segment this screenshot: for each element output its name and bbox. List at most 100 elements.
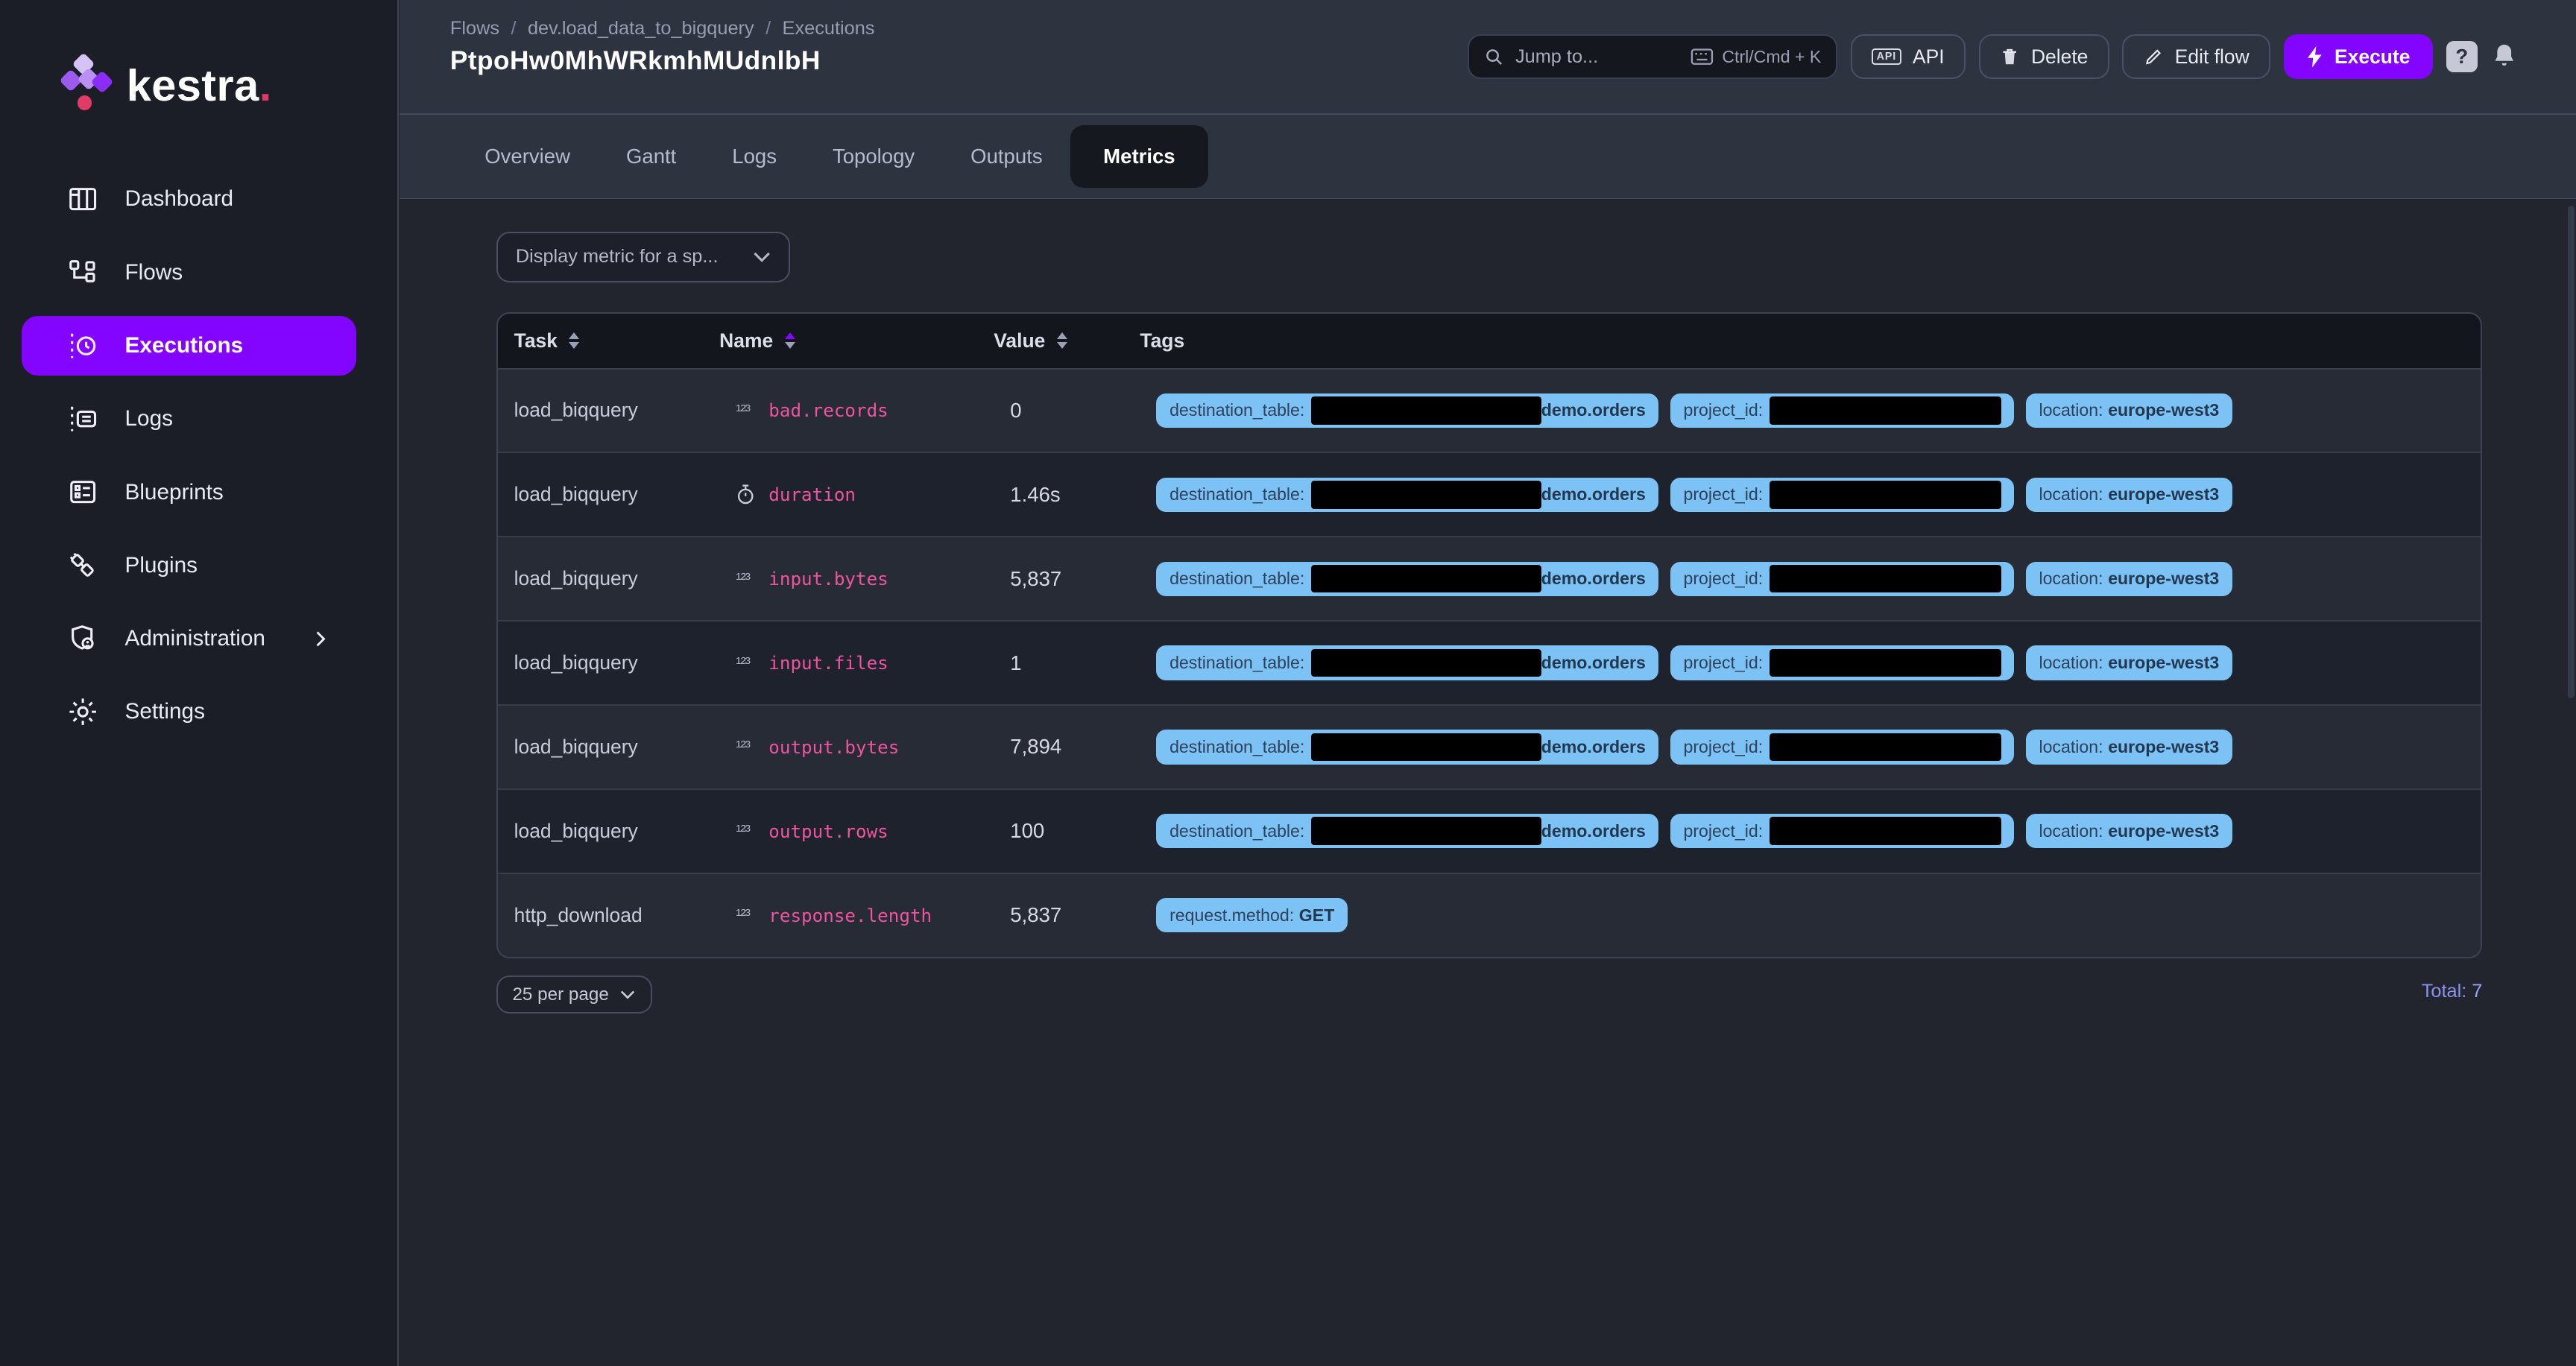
sidebar-item-blueprints[interactable]: Blueprints xyxy=(0,455,397,528)
sort-icon[interactable] xyxy=(569,332,579,349)
chevron-down-icon xyxy=(619,990,636,999)
tag-badge: location:europe-west3 xyxy=(2026,814,2232,848)
api-button[interactable]: API API xyxy=(1851,34,1966,79)
task-cell: load_biqquery xyxy=(498,820,736,843)
sidebar-item-administration[interactable]: Administration xyxy=(0,602,397,675)
total-value: 7 xyxy=(2472,981,2482,1002)
numeric-icon: ¹²³ xyxy=(736,569,768,589)
tab-outputs[interactable]: Outputs xyxy=(943,115,1070,198)
tags-cell: destination_table:demo.ordersproject_id:… xyxy=(1156,730,2481,764)
task-cell: load_biqquery xyxy=(498,651,736,674)
sort-icon[interactable] xyxy=(1057,332,1067,349)
kestra-logo-icon xyxy=(59,54,115,117)
sidebar-item-dashboard[interactable]: Dashboard xyxy=(0,162,397,235)
value-cell: 5,837 xyxy=(1010,567,1156,591)
app-root: kestra. Dashboard Flows Executions xyxy=(0,0,2576,1366)
edit-flow-button[interactable]: Edit flow xyxy=(2122,34,2270,79)
top-actions: Jump to... Ctrl/Cmd + K API API xyxy=(1468,34,2519,79)
tab-metrics[interactable]: Metrics xyxy=(1070,125,1208,188)
search-input[interactable]: Jump to... Ctrl/Cmd + K xyxy=(1468,34,1837,79)
tag-badge: project_id: xyxy=(1670,393,2015,428)
metric-name: duration xyxy=(768,484,856,505)
sidebar-item-plugins[interactable]: Plugins xyxy=(0,529,397,602)
value-cell: 1.46s xyxy=(1010,483,1156,507)
table-row: load_biqquery ¹²³ output.bytes 7,894 des… xyxy=(498,704,2481,788)
redacted-box xyxy=(1770,817,2001,844)
metric-name: output.rows xyxy=(768,820,888,842)
search-placeholder: Jump to... xyxy=(1515,46,1691,68)
task-cell: load_biqquery xyxy=(498,399,736,422)
breadcrumb-separator: / xyxy=(511,18,516,39)
column-header-name[interactable]: Name xyxy=(719,329,994,352)
value-cell: 0 xyxy=(1010,399,1156,423)
redacted-box xyxy=(1770,649,2001,677)
chevron-right-icon xyxy=(309,627,332,651)
metrics-content: Display metric for a sp... Task Name xyxy=(400,199,2576,1366)
tags-cell: destination_table:demo.orders project_id:… xyxy=(1156,562,2481,596)
breadcrumb-flows[interactable]: Flows xyxy=(450,18,499,39)
tag-badge: project_id: xyxy=(1670,730,2015,764)
execute-button[interactable]: Execute xyxy=(2284,34,2434,79)
redacted-box xyxy=(1770,565,2001,592)
sidebar-item-flows[interactable]: Flows xyxy=(0,236,397,309)
notification-bell-icon[interactable] xyxy=(2490,42,2518,72)
tab-logs[interactable]: Logs xyxy=(704,115,805,198)
scrollbar-thumb[interactable] xyxy=(2568,206,2575,698)
trash-icon xyxy=(2000,46,2019,68)
kestra-logo[interactable]: kestra. xyxy=(59,39,271,131)
page-title: PtpoHw0MhWRkmhMUdnlbH xyxy=(450,46,821,76)
breadcrumb-flow-id[interactable]: dev.load_data_to_bigquery xyxy=(528,18,754,39)
breadcrumb-executions[interactable]: Executions xyxy=(783,18,875,39)
sidebar-item-label: Flows xyxy=(124,260,183,285)
sidebar-item-executions[interactable]: Executions xyxy=(0,309,397,382)
metric-task-select[interactable]: Display metric for a sp... xyxy=(496,232,791,282)
tag-badge: request.method:GET xyxy=(1156,898,1348,932)
table-row: load_biqquery ¹²³ bad.records 0 destinat… xyxy=(498,368,2481,452)
logo-text: kestra. xyxy=(127,60,272,111)
logo-dot xyxy=(78,95,92,110)
sidebar-item-logs[interactable]: Logs xyxy=(0,382,397,455)
sidebar-item-label: Blueprints xyxy=(124,480,223,505)
tab-gantt[interactable]: Gantt xyxy=(598,115,704,198)
redacted-box xyxy=(1311,649,1541,677)
table-header: Task Name Value Tags xyxy=(498,314,2481,368)
tag-badge: project_id: xyxy=(1670,562,2015,596)
tag-badge: project_id: xyxy=(1670,478,2015,512)
tab-overview[interactable]: Overview xyxy=(457,115,599,198)
value-cell: 100 xyxy=(1010,819,1156,843)
tag-badge: destination_table:demo.orders xyxy=(1156,478,1658,512)
numeric-icon: ¹²³ xyxy=(736,737,768,756)
breadcrumb: Flows / dev.load_data_to_bigquery / Exec… xyxy=(450,18,875,39)
metric-name: output.bytes xyxy=(768,736,899,758)
lightning-icon xyxy=(2307,46,2323,68)
column-header-task[interactable]: Task xyxy=(498,329,720,352)
help-icon[interactable]: ? xyxy=(2446,41,2478,72)
redacted-box xyxy=(1770,481,2001,508)
tab-topology[interactable]: Topology xyxy=(804,115,942,198)
sort-icon[interactable] xyxy=(785,332,795,349)
logs-icon xyxy=(66,402,100,436)
delete-button[interactable]: Delete xyxy=(1979,34,2109,79)
sidebar-item-settings[interactable]: Settings xyxy=(0,675,397,748)
per-page-select[interactable]: 25 per page xyxy=(496,976,652,1014)
main-area: Flows / dev.load_data_to_bigquery / Exec… xyxy=(400,0,2576,1366)
redacted-box xyxy=(1311,481,1541,508)
executions-icon xyxy=(66,329,100,363)
column-header-value[interactable]: Value xyxy=(994,329,1140,352)
search-shortcut: Ctrl/Cmd + K xyxy=(1690,47,1821,67)
tag-badge: destination_table:demo.orders xyxy=(1156,562,1658,596)
tag-badge: destination_table:demo.orders xyxy=(1156,814,1658,848)
table-row: load_biqquery ¹²³ input.bytes 5,837 dest… xyxy=(498,536,2481,620)
table-body: load_biqquery ¹²³ bad.records 0 destinat… xyxy=(498,368,2481,957)
redacted-box xyxy=(1311,396,1541,424)
redacted-box xyxy=(1311,565,1541,592)
api-icon: API xyxy=(1872,48,1901,66)
timer-icon xyxy=(736,484,768,505)
metric-name: bad.records xyxy=(768,399,888,421)
tag-badge: location:europe-west3 xyxy=(2026,645,2232,680)
redacted-box xyxy=(1770,733,2001,761)
numeric-icon: ¹²³ xyxy=(736,821,768,841)
settings-icon xyxy=(66,695,100,729)
tag-badge: project_id: xyxy=(1670,645,2015,680)
table-row: http_download ¹²³ response.length 5,837 … xyxy=(498,873,2481,957)
